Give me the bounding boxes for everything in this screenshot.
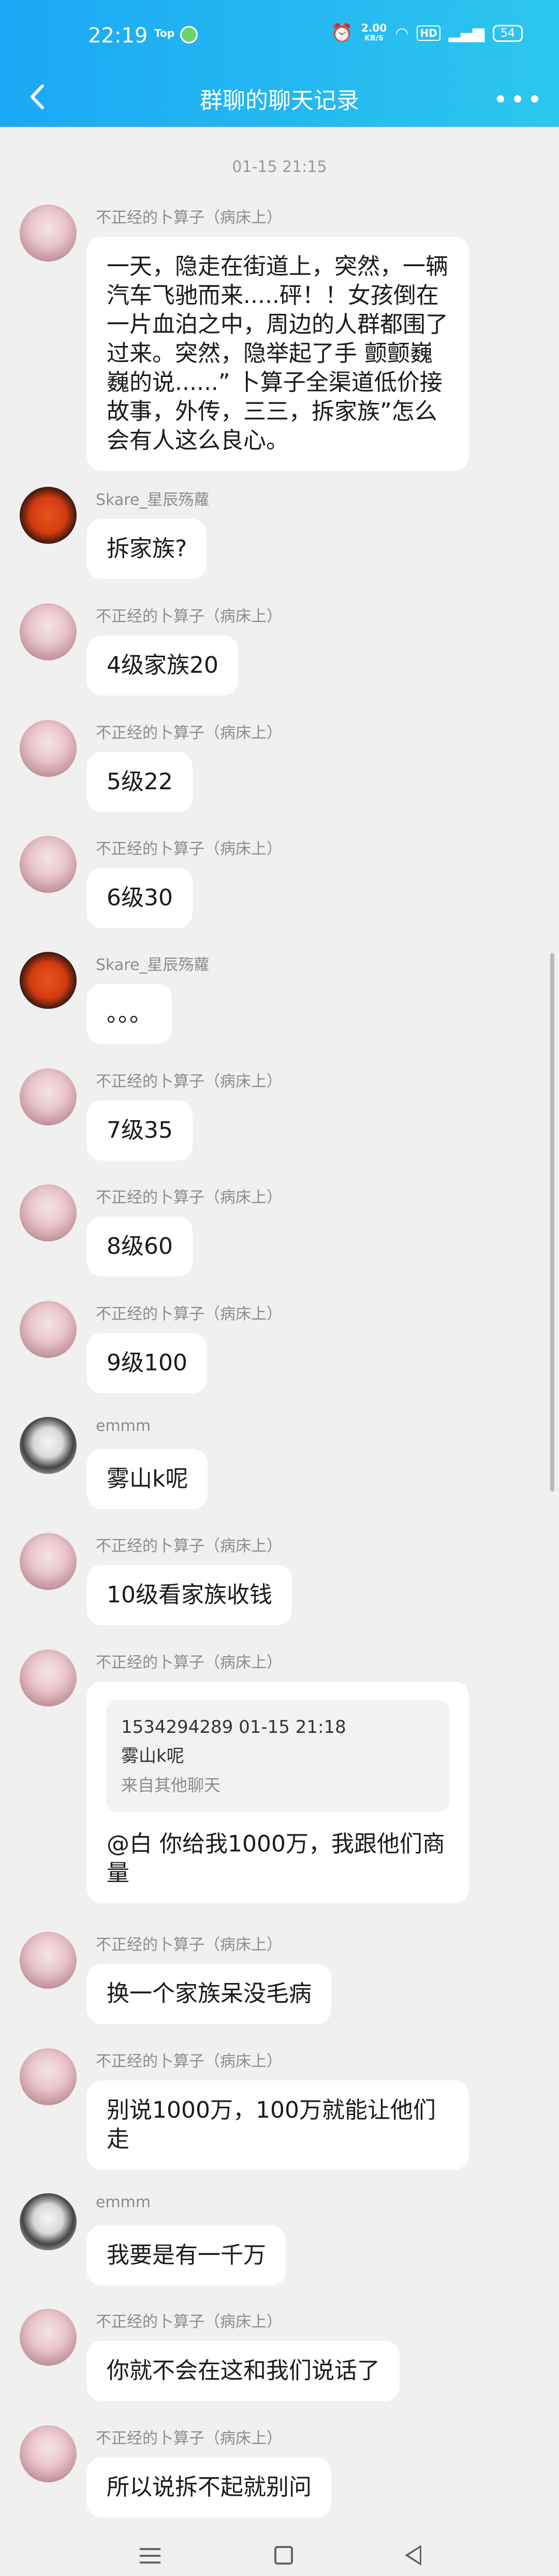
sender-name: emmm xyxy=(96,2193,151,2211)
menu-icon[interactable] xyxy=(140,2548,160,2564)
sender-name: 不正经的卜算子（病床上） xyxy=(96,1073,282,1091)
sender-name: 不正经的卜算子（病床上） xyxy=(96,1654,282,1672)
wechat-notification-icon xyxy=(180,26,198,44)
signal-icon: ▂▄▆ xyxy=(448,24,484,42)
status-bar: 22:19 Top ⏰ 2.00 KB/S ◠ HD ▂▄▆ 54 xyxy=(0,0,559,67)
avatar[interactable] xyxy=(20,2193,77,2250)
wifi-icon: ◠ xyxy=(395,24,409,42)
avatar[interactable] xyxy=(20,1068,77,1125)
scrollbar[interactable] xyxy=(550,953,554,1492)
sender-name: 不正经的卜算子（病床上） xyxy=(96,2052,282,2071)
system-navigation-bar xyxy=(0,2527,559,2576)
message-bubble[interactable]: 拆家族? xyxy=(87,519,207,579)
sender-name: Skare_星辰殇蘿 xyxy=(96,491,210,509)
message-bubble[interactable]: 你就不会在这和我们说话了 xyxy=(87,2341,400,2401)
quoted-message[interactable]: 1534294289 01-15 21:18 雾山k呢 来自其他聊天 xyxy=(107,1700,449,1812)
avatar[interactable] xyxy=(20,1533,77,1590)
sender-name: 不正经的卜算子（病床上） xyxy=(96,724,282,742)
status-time: 22:19 xyxy=(88,24,148,48)
hd-badge: HD xyxy=(417,25,440,41)
message-bubble[interactable]: 我要是有一千万 xyxy=(87,2225,286,2285)
message-bubble[interactable]: 7级35 xyxy=(87,1101,193,1161)
sender-name: 不正经的卜算子（病床上） xyxy=(96,840,282,858)
status-indicators: ⏰ 2.00 KB/S ◠ HD ▂▄▆ 54 xyxy=(331,23,523,44)
message-bubble[interactable]: 一天，隐走在街道上，突然，一辆汽车飞驰而来.....砰！！女孩倒在一片血泊之中，… xyxy=(87,237,469,471)
avatar[interactable] xyxy=(20,1301,77,1358)
chat-timestamp: 01-15 21:15 xyxy=(232,158,327,176)
avatar[interactable] xyxy=(20,720,77,777)
message-bubble[interactable]: 10级看家族收钱 xyxy=(87,1565,292,1625)
sender-name: Skare_星辰殇蘿 xyxy=(96,956,210,974)
message-bubble[interactable]: 4级家族20 xyxy=(87,635,238,696)
sender-name: 不正经的卜算子（病床上） xyxy=(96,1189,282,1207)
home-icon[interactable] xyxy=(274,2546,293,2565)
avatar[interactable] xyxy=(20,1932,77,1989)
avatar[interactable] xyxy=(20,2309,77,2366)
avatar[interactable] xyxy=(20,1649,77,1706)
network-speed-unit: KB/S xyxy=(364,34,384,42)
message-bubble[interactable]: 。。。 xyxy=(87,984,172,1044)
message-bubble[interactable]: 8级60 xyxy=(87,1217,193,1277)
sender-name: emmm xyxy=(96,1417,151,1435)
navigation-bar: 群聊的聊天记录 xyxy=(0,67,559,127)
sender-name: 不正经的卜算子（病床上） xyxy=(96,1537,282,1555)
more-dot-icon xyxy=(497,95,504,103)
network-speed-value: 2.00 xyxy=(361,22,387,34)
avatar[interactable] xyxy=(20,603,77,660)
sender-name: 不正经的卜算子（病床上） xyxy=(96,2313,282,2331)
avatar[interactable] xyxy=(20,952,77,1009)
avatar[interactable] xyxy=(20,1184,77,1241)
top-bar: 22:19 Top ⏰ 2.00 KB/S ◠ HD ▂▄▆ 54 群聊的聊天记… xyxy=(0,0,559,127)
message-bubble[interactable]: 9级100 xyxy=(87,1333,207,1393)
more-dot-icon xyxy=(514,95,521,103)
alarm-icon: ⏰ xyxy=(331,23,353,44)
more-options-button[interactable] xyxy=(497,86,538,112)
message-text: @白 你给我1000万，我跟他们商量 xyxy=(107,1831,445,1886)
network-speed: 2.00 KB/S xyxy=(361,23,387,44)
message-bubble[interactable]: 5级22 xyxy=(87,752,193,812)
sender-name: 不正经的卜算子（病床上） xyxy=(96,2429,282,2448)
sender-name: 不正经的卜算子（病床上） xyxy=(96,607,282,626)
avatar[interactable] xyxy=(20,487,77,544)
more-dot-icon xyxy=(531,95,538,103)
back-triangle-icon[interactable] xyxy=(405,2545,421,2566)
quote-header: 1534294289 01-15 21:18 xyxy=(121,1717,346,1738)
message-bubble[interactable]: 别说1000万，100万就能让他们走 xyxy=(87,2080,469,2169)
quote-text: 雾山k呢 xyxy=(121,1746,184,1767)
sender-name: 不正经的卜算子（病床上） xyxy=(96,1936,282,1954)
message-bubble[interactable]: 1534294289 01-15 21:18 雾山k呢 来自其他聊天 @白 你给… xyxy=(87,1682,469,1903)
avatar[interactable] xyxy=(20,2425,77,2482)
message-bubble[interactable]: 6级30 xyxy=(87,868,193,928)
message-bubble[interactable]: 雾山k呢 xyxy=(87,1449,208,1509)
message-bubble[interactable]: 所以说拆不起就别问 xyxy=(87,2457,331,2517)
sender-name: 不正经的卜算子（病床上） xyxy=(96,209,282,227)
status-app-label: Top xyxy=(154,27,175,39)
avatar[interactable] xyxy=(20,205,77,262)
battery-icon: 54 xyxy=(493,24,523,42)
avatar[interactable] xyxy=(20,836,77,893)
message-bubble[interactable]: 换一个家族呆没毛病 xyxy=(87,1964,331,2024)
avatar[interactable] xyxy=(20,2048,77,2105)
avatar[interactable] xyxy=(20,1417,77,1474)
page-title: 群聊的聊天记录 xyxy=(200,88,359,114)
quote-source: 来自其他聊天 xyxy=(121,1775,221,1795)
sender-name: 不正经的卜算子（病床上） xyxy=(96,1305,282,1323)
